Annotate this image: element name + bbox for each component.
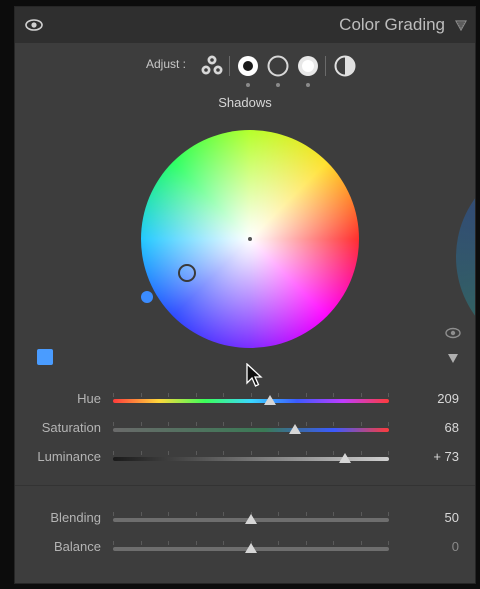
- wheel-center-dot: [248, 237, 252, 241]
- mode-separator: [229, 56, 230, 76]
- eye-icon[interactable]: [445, 327, 461, 339]
- tick-mark: [278, 422, 279, 426]
- tick-mark: [360, 451, 362, 455]
- tick-mark: [113, 393, 114, 397]
- tick-mark: [223, 422, 224, 426]
- balance-value[interactable]: 0: [399, 539, 459, 554]
- tick-mark: [140, 451, 142, 455]
- wheel-handle[interactable]: [178, 264, 196, 282]
- tick-mark: [333, 422, 334, 426]
- blending-slider-thumb[interactable]: [245, 514, 257, 524]
- region-label: Shadows: [218, 95, 272, 110]
- triangle-down-icon[interactable]: [455, 20, 467, 31]
- tick-mark: [168, 422, 169, 426]
- tick-mark: [168, 541, 169, 545]
- tick-mark: [333, 393, 334, 397]
- tick-mark: [388, 541, 389, 545]
- tick-mark: [388, 512, 389, 516]
- mode-separator: [325, 56, 326, 76]
- panel-title: Color Grading: [339, 15, 445, 34]
- tick-mark: [223, 512, 224, 516]
- tick-mark: [305, 541, 307, 545]
- hue-value[interactable]: 209: [399, 391, 459, 406]
- tick-mark: [168, 451, 169, 455]
- tick-mark: [140, 541, 142, 545]
- wheel-hue-marker[interactable]: [141, 291, 153, 303]
- color-grading-panel: Color Grading Adjust : Shadows Hue 209 S…: [14, 6, 476, 584]
- tick-mark: [278, 541, 279, 545]
- tick-mark: [250, 422, 252, 426]
- saturation-slider-thumb[interactable]: [289, 424, 302, 434]
- tick-mark: [140, 393, 142, 397]
- luminance-value[interactable]: + 73: [399, 449, 459, 464]
- tick-mark: [333, 541, 334, 545]
- tick-mark: [113, 512, 114, 516]
- tick-mark: [113, 422, 114, 426]
- adjust-label: Adjust :: [146, 57, 187, 71]
- tick-mark: [113, 451, 114, 455]
- tick-mark: [360, 512, 362, 516]
- tick-mark: [250, 393, 252, 397]
- tick-mark: [195, 512, 197, 516]
- tick-mark: [305, 393, 307, 397]
- triangle-down-icon[interactable]: [447, 353, 459, 364]
- tick-mark: [168, 393, 169, 397]
- luminance-slider-thumb[interactable]: [338, 453, 351, 463]
- tick-mark: [223, 393, 224, 397]
- blending-value[interactable]: 50: [399, 510, 459, 525]
- eye-icon[interactable]: [25, 18, 43, 32]
- hue-label: Hue: [77, 391, 101, 406]
- global-mode-icon[interactable]: [332, 53, 358, 79]
- mode-indicator-dot: [306, 83, 310, 87]
- blending-label: Blending: [50, 510, 101, 525]
- mode-indicator-dot: [246, 83, 250, 87]
- luminance-label: Luminance: [37, 449, 101, 464]
- tick-mark: [360, 541, 362, 545]
- screen-frame: Color Grading Adjust : Shadows Hue 209 S…: [0, 0, 480, 589]
- saturation-label: Saturation: [41, 420, 101, 435]
- tick-mark: [333, 512, 334, 516]
- tick-mark: [113, 541, 114, 545]
- tick-mark: [195, 451, 197, 455]
- tick-mark: [333, 451, 334, 455]
- tick-mark: [223, 451, 224, 455]
- panel-header[interactable]: Color Grading: [15, 7, 475, 43]
- tick-mark: [223, 541, 224, 545]
- balance-slider-thumb[interactable]: [245, 543, 257, 553]
- tick-mark: [140, 422, 142, 426]
- mouse-pointer-icon: [246, 363, 263, 387]
- tick-mark: [305, 451, 307, 455]
- tick-mark: [195, 541, 197, 545]
- tick-mark: [195, 393, 197, 397]
- tick-mark: [140, 512, 142, 516]
- tick-mark: [360, 422, 362, 426]
- tick-mark: [388, 451, 389, 455]
- tick-mark: [278, 512, 279, 516]
- tick-mark: [388, 422, 389, 426]
- hue-slider-track[interactable]: [113, 399, 389, 403]
- tick-mark: [388, 393, 389, 397]
- mode-indicator-dot: [276, 83, 280, 87]
- tick-mark: [250, 451, 252, 455]
- tick-mark: [168, 512, 169, 516]
- hue-slider-thumb[interactable]: [264, 395, 277, 405]
- three-way-mode-icon[interactable]: [199, 53, 225, 79]
- tick-mark: [305, 512, 307, 516]
- color-swatch[interactable]: [37, 349, 53, 365]
- midtones-mode-icon[interactable]: [265, 53, 291, 79]
- tick-mark: [305, 422, 307, 426]
- tick-mark: [278, 451, 279, 455]
- section-divider: [15, 485, 475, 486]
- saturation-value[interactable]: 68: [399, 420, 459, 435]
- tick-mark: [278, 393, 279, 397]
- balance-label: Balance: [54, 539, 101, 554]
- tick-mark: [360, 393, 362, 397]
- shadows-mode-icon[interactable]: [235, 53, 261, 79]
- saturation-slider-track[interactable]: [113, 428, 389, 432]
- highlights-mode-icon[interactable]: [295, 53, 321, 79]
- tick-mark: [195, 422, 197, 426]
